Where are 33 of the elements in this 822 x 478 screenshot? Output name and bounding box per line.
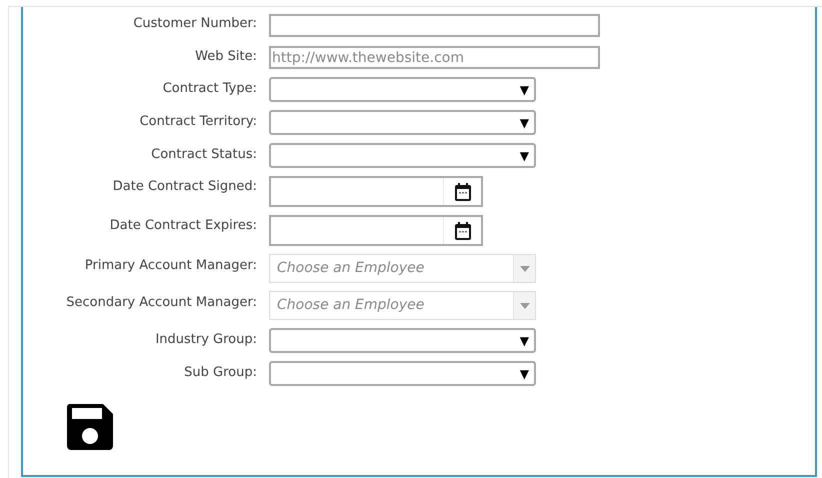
field-label: Contract Type:	[162, 80, 258, 98]
field-label: Contract Territory:	[138, 113, 258, 131]
field-label: Sub Group:	[183, 364, 258, 382]
dropdown-arrow: ▼	[520, 366, 529, 382]
field-label: Date Contract Expires:	[108, 217, 258, 235]
select-field[interactable]: ▼	[269, 110, 536, 135]
date-field[interactable]	[269, 176, 483, 207]
select-field[interactable]: ▼	[269, 77, 536, 102]
employee-placeholder: Choose an Employee	[276, 259, 426, 278]
select-field[interactable]: ▼	[269, 143, 536, 168]
dropdown-arrow: ▼	[520, 114, 529, 132]
field-label: Industry Group:	[154, 331, 258, 349]
caret-icon	[520, 302, 530, 308]
calendar-icon	[454, 182, 472, 202]
employee-placeholder: Choose an Employee	[276, 296, 426, 315]
caret-icon	[520, 266, 530, 272]
field-label: Web Site:	[194, 48, 258, 66]
select-field[interactable]: ▼	[269, 328, 536, 353]
dropdown-arrow: ▼	[520, 82, 529, 98]
text-field[interactable]: http://www.thewebsite.com	[269, 46, 600, 69]
select-field[interactable]: ▼	[269, 361, 536, 386]
calendar-icon	[454, 220, 472, 240]
field-label: Contract Status:	[150, 146, 258, 164]
date-field[interactable]	[269, 215, 483, 246]
dropdown-arrow: ▼	[520, 148, 529, 164]
field-label: Primary Account Manager:	[84, 257, 258, 275]
save-button[interactable]	[65, 402, 115, 452]
save-icon	[65, 402, 115, 452]
dropdown-arrow: ▼	[520, 332, 529, 350]
text-field[interactable]	[269, 14, 600, 36]
field-label: Customer Number:	[132, 15, 258, 33]
field-label: Date Contract Signed:	[112, 178, 258, 196]
field-label: Secondary Account Manager:	[65, 294, 258, 312]
